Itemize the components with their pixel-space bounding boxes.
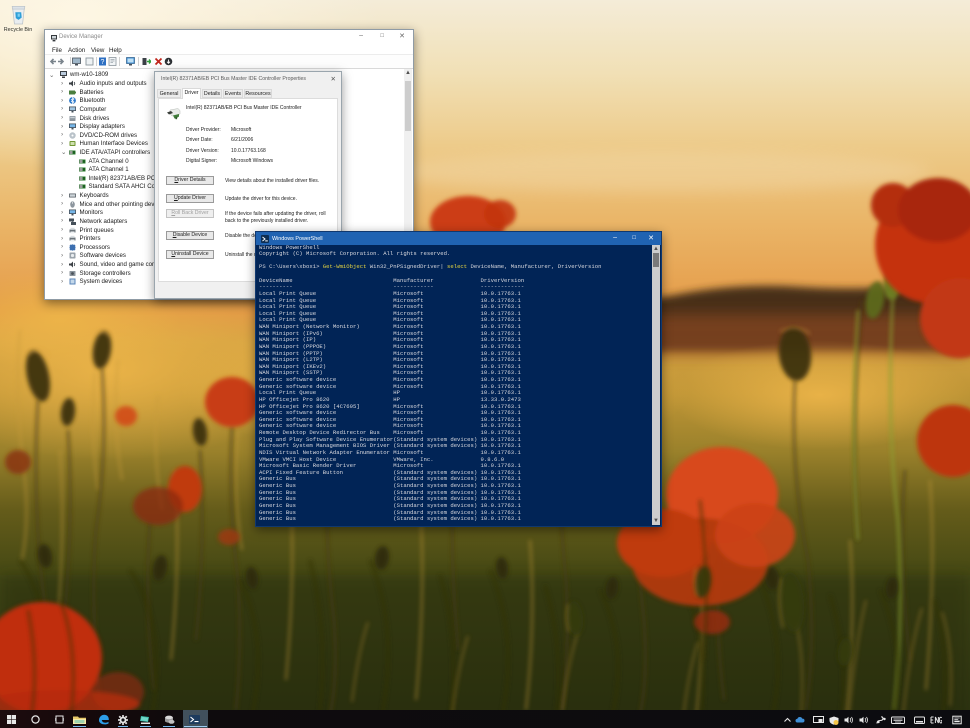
svg-text:?: ?	[101, 59, 105, 66]
